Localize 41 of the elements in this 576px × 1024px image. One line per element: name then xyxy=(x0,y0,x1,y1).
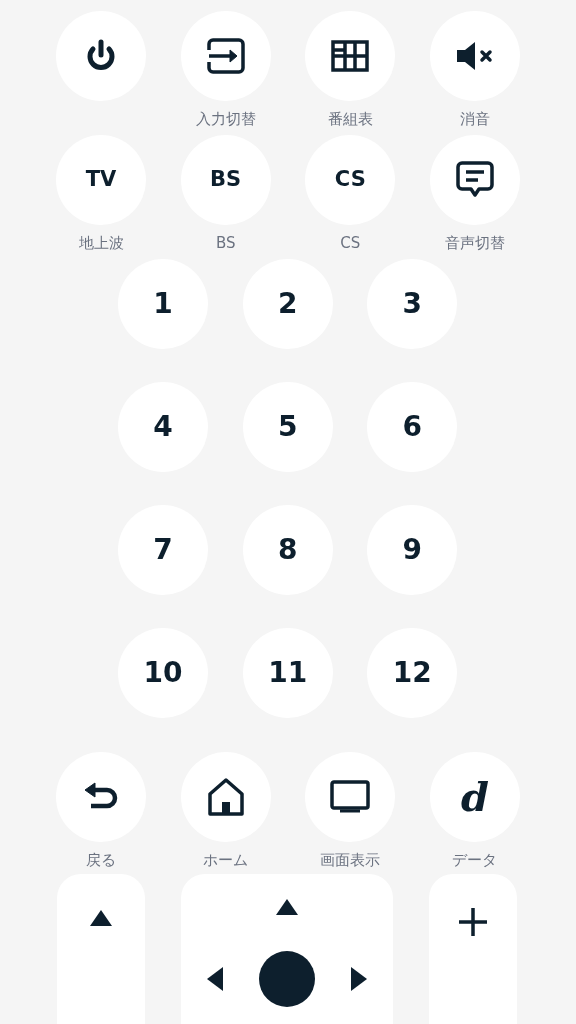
speech-bubble-icon xyxy=(455,161,494,199)
button-label: CS xyxy=(340,233,361,253)
number-button[interactable]: 4 xyxy=(118,382,208,472)
number-button[interactable]: 6 xyxy=(367,382,458,472)
ok-button[interactable] xyxy=(259,951,315,1007)
remote-button[interactable]: BS xyxy=(180,135,271,225)
button-label: 戻る xyxy=(86,850,116,870)
button-label: 番組表 xyxy=(327,109,373,129)
up-triangle-icon xyxy=(90,910,112,926)
number-button[interactable]: 11 xyxy=(242,628,333,718)
number-button[interactable]: 3 xyxy=(367,259,458,349)
grid-icon xyxy=(331,40,370,72)
input-icon xyxy=(205,38,246,74)
number-button[interactable]: 5 xyxy=(242,382,333,472)
remote-button[interactable]: TV xyxy=(56,135,146,225)
number-button[interactable]: 2 xyxy=(242,259,333,349)
power-icon xyxy=(85,39,117,73)
home-icon xyxy=(207,778,244,816)
up-triangle-icon xyxy=(276,899,298,915)
plus-icon xyxy=(458,907,488,937)
monitor-icon xyxy=(330,780,371,814)
button-label: データ xyxy=(452,850,498,870)
button-label: ホーム xyxy=(203,850,249,870)
button-label: BS xyxy=(215,233,236,253)
right-triangle-icon xyxy=(351,967,367,991)
button-label: 画面表示 xyxy=(320,850,381,870)
number-button[interactable]: 7 xyxy=(118,505,208,595)
direction-pad[interactable] xyxy=(181,874,393,1024)
button-label: 地上波 xyxy=(78,233,124,253)
remote-button[interactable]: CS xyxy=(305,135,396,225)
speaker-muted-icon xyxy=(454,40,495,72)
button-label: 音声切替 xyxy=(444,233,505,253)
left-triangle-icon xyxy=(207,967,223,991)
button-label: 入力切替 xyxy=(195,109,256,129)
number-button[interactable]: 1 xyxy=(118,259,208,349)
number-button[interactable]: 12 xyxy=(367,628,458,718)
remote-button[interactable]: d xyxy=(429,752,520,842)
number-button[interactable]: 8 xyxy=(242,505,333,595)
number-button[interactable]: 10 xyxy=(118,628,208,718)
button-label: 消音 xyxy=(459,109,490,129)
number-button[interactable]: 9 xyxy=(367,505,458,595)
